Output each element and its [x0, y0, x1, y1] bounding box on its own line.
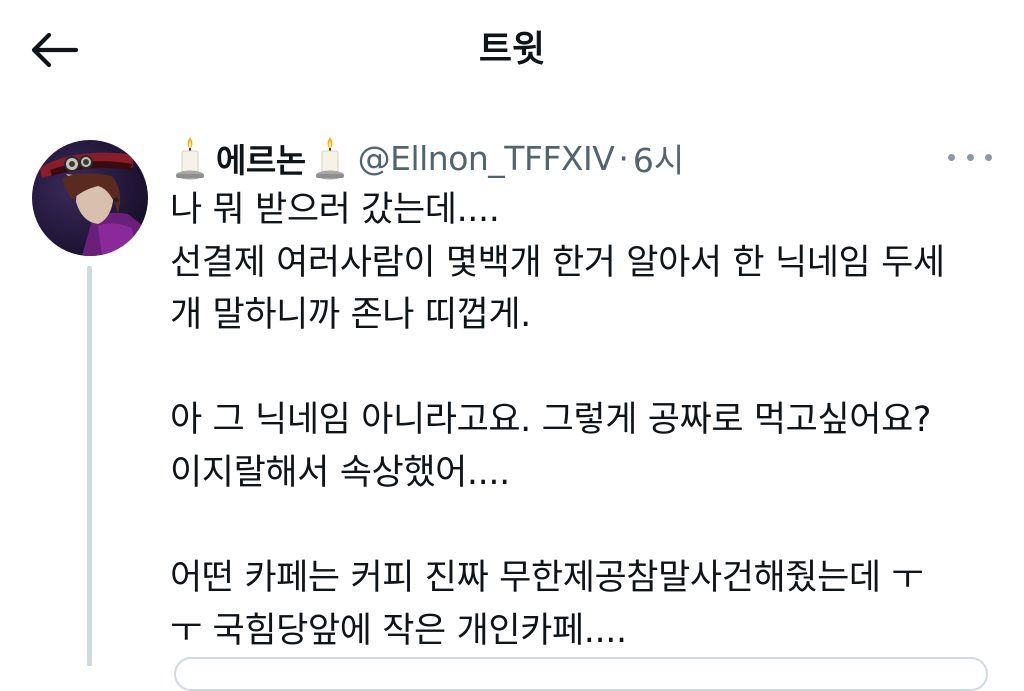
- tweet-text-line: 나 뭐 받으러 갔는데....: [170, 190, 500, 230]
- tweet-body: 나 뭐 받으러 갔는데.... 선결제 여러사람이 몇백개 한거 알아서 한 닉…: [170, 184, 1000, 657]
- tweet-time[interactable]: 6시: [633, 134, 684, 182]
- user-handle[interactable]: @Ellnon_TFFXIV: [358, 139, 615, 178]
- page-title: 트윗: [478, 29, 546, 70]
- display-name[interactable]: 에르논: [216, 134, 306, 182]
- tweet-text-line: 이지랄해서 속상했어....: [170, 452, 510, 493]
- more-horizontal-icon: [985, 153, 992, 161]
- avatar[interactable]: [32, 140, 148, 256]
- more-options-button[interactable]: [948, 142, 992, 172]
- thread-line: [87, 266, 92, 666]
- tweet-text-line: 선결제 여러사람이 몇백개 한거 알아서 한 닉네임 두세: [170, 242, 945, 283]
- candle-icon: [315, 137, 344, 180]
- tweet-text-line: 아 그 닉네임 아니라고요. 그렇게 공짜로 먹고싶어요?: [170, 400, 932, 441]
- tweet-text-line: [170, 342, 1000, 395]
- avatar-image: [32, 140, 148, 256]
- tweet-header: 에르논 @Ellnon_TFFXIV · 6시: [172, 134, 684, 182]
- tweet-text-line: [170, 500, 1000, 553]
- more-horizontal-icon: [966, 153, 974, 161]
- tweet-text-line: ㅜ 국힘당앞에 작은 개인카페....: [170, 610, 627, 651]
- candle-icon: [176, 137, 204, 180]
- more-horizontal-icon: [948, 153, 955, 161]
- quoted-card[interactable]: [174, 657, 988, 691]
- separator-dot: ·: [618, 138, 629, 178]
- top-bar: 트윗: [0, 0, 1024, 100]
- tweet-text-line: 어떤 카페는 커피 진짜 무한제공참말사건해줬는데 ㅜ: [170, 558, 924, 599]
- tweet-text-line: 개 말하니까 존나 띠껍게.: [170, 295, 531, 336]
